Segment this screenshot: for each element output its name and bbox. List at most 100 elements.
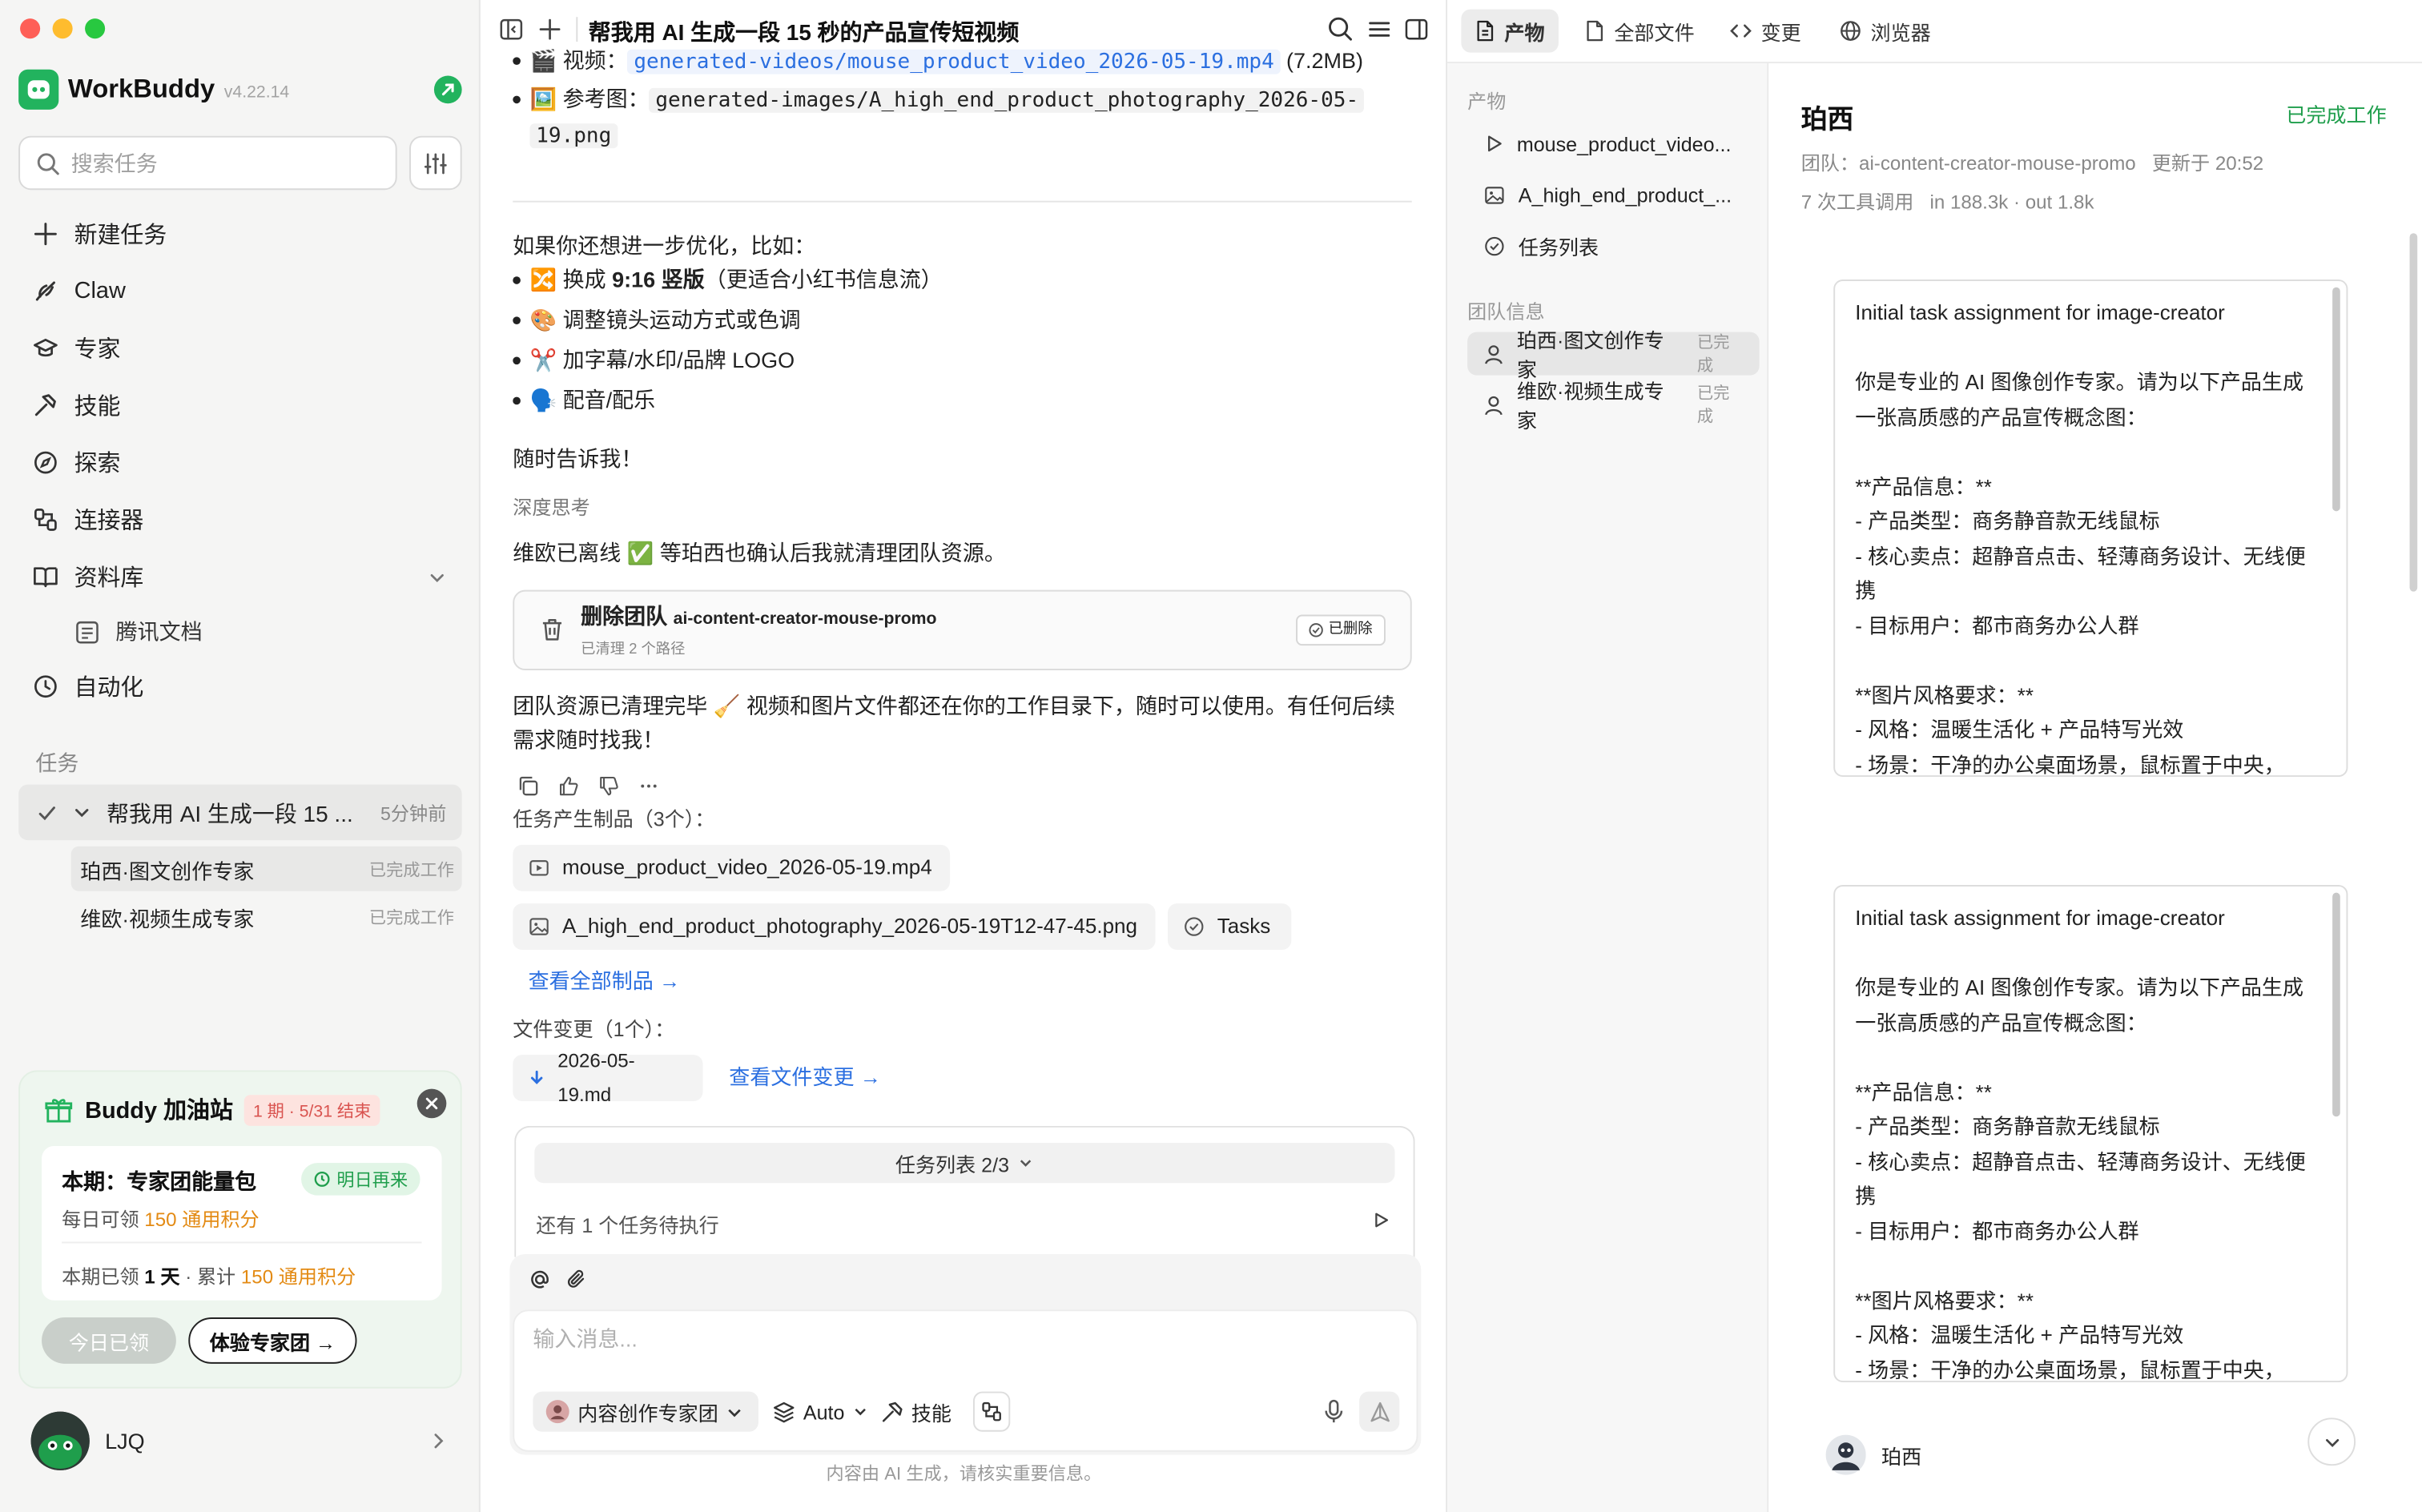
toggle-right-panel-icon[interactable]	[1404, 17, 1429, 42]
tool-icon	[880, 1400, 903, 1423]
layers-icon	[772, 1400, 795, 1423]
subtask-item[interactable]: 珀西·图文创作专家 已完成工作	[70, 846, 462, 891]
close-window-button[interactable]	[20, 18, 41, 39]
subtask-status: 已完成工作	[368, 908, 454, 928]
model-selector[interactable]: Auto	[772, 1392, 867, 1432]
document-icon	[1475, 20, 1495, 42]
microphone-icon[interactable]	[1324, 1399, 1344, 1424]
task-item-active[interactable]: 帮我用 AI 生成一段 15 ... 5分钟前	[18, 784, 462, 841]
subtask-item[interactable]: 维欧·视频生成专家 已完成工作	[71, 895, 462, 939]
connector-icon	[981, 1401, 1003, 1422]
play-icon[interactable]	[1372, 1211, 1390, 1229]
checkmark-icon	[37, 802, 57, 822]
connector-toggle[interactable]	[972, 1391, 1011, 1432]
close-promo-button[interactable]	[416, 1088, 447, 1119]
send-button[interactable]	[1359, 1391, 1400, 1432]
changed-file-item[interactable]: 2026-05-19.md	[513, 1050, 703, 1106]
tab-all-files[interactable]: 全部文件	[1571, 10, 1708, 53]
chevron-down-icon	[852, 1404, 867, 1419]
chevron-right-icon[interactable]	[431, 1432, 446, 1450]
artifact-item[interactable]: Tasks	[1167, 903, 1292, 951]
more-icon[interactable]	[638, 775, 659, 797]
artifact-item[interactable]: mouse_product_video_2026-05-19.mp4	[513, 844, 951, 891]
mention-icon[interactable]	[529, 1268, 552, 1291]
search-input[interactable]	[70, 151, 365, 175]
artifact-list-item[interactable]: A_high_end_product_...	[1467, 173, 1759, 216]
thumbs-down-icon[interactable]	[597, 775, 619, 797]
message-scrollbar[interactable]	[2332, 892, 2340, 1117]
task-message-box: Initial task assignment for image-creato…	[1833, 885, 2348, 1383]
app-brand: WorkBuddy v4.22.14	[18, 69, 289, 110]
user-profile[interactable]: LJQ	[30, 1411, 145, 1470]
list-item: 🗣️ 配音/配乐	[513, 383, 655, 416]
copy-icon[interactable]	[517, 775, 539, 797]
artifact-item[interactable]: A_high_end_product_photography_2026-05-1…	[513, 903, 1156, 951]
optimize-intro: 如果你还想进一步优化，比如：	[513, 233, 816, 259]
team-selector[interactable]: 内容创作专家团	[533, 1391, 758, 1432]
claimed-today-button[interactable]: 今日已领	[42, 1317, 176, 1364]
skills-button[interactable]: 技能	[880, 1392, 952, 1432]
artifact-list-item[interactable]: mouse_product_video...	[1467, 122, 1759, 165]
artifact-list-item[interactable]: 任务列表	[1467, 224, 1759, 267]
member-usage-meta: 7 次工具调用 in 188.3k · out 1.8k	[1800, 191, 2094, 214]
window-controls	[20, 18, 106, 39]
nav-automation[interactable]: 自动化	[18, 658, 461, 715]
nav-claw[interactable]: Claw	[18, 263, 461, 320]
chevron-down-icon[interactable]	[428, 568, 446, 586]
tab-artifacts[interactable]: 产物	[1461, 9, 1559, 53]
scroll-to-bottom-button[interactable]	[2307, 1418, 2356, 1466]
thumbs-up-icon[interactable]	[557, 775, 579, 797]
attachment-icon[interactable]	[565, 1268, 589, 1291]
message-input[interactable]	[533, 1326, 1306, 1352]
minimize-window-button[interactable]	[52, 18, 73, 39]
tencent-docs-icon	[74, 618, 101, 645]
search-icon[interactable]	[1327, 15, 1354, 42]
video-path-link[interactable]: generated-videos/mouse_product_video_202…	[627, 49, 1281, 74]
nav-connectors[interactable]: 连接器	[18, 491, 461, 548]
view-all-artifacts-link[interactable]: 查看全部制品 →	[529, 965, 681, 999]
team-member-item[interactable]: 珀西·图文创作专家 已完成	[1467, 329, 1760, 381]
nav-skills[interactable]: 技能	[18, 377, 461, 434]
toggle-sidebar-icon[interactable]	[499, 17, 524, 42]
search-icon	[35, 151, 60, 175]
graduation-cap-icon	[32, 335, 58, 361]
code-icon	[1730, 22, 1752, 40]
nav-experts[interactable]: 专家	[18, 320, 461, 376]
tab-browser[interactable]: 浏览器	[1826, 10, 1945, 53]
promo-title: Buddy 加油站	[85, 1098, 233, 1124]
detail-scrollbar[interactable]	[2409, 233, 2418, 592]
view-file-changes-link[interactable]: 查看文件变更 →	[729, 1061, 881, 1095]
plus-icon[interactable]	[537, 17, 562, 42]
filter-button[interactable]	[409, 135, 462, 191]
promo-tag: 1 期 · 5/31 结束	[243, 1094, 380, 1125]
task-time: 5分钟前	[380, 802, 447, 824]
message-scrollbar[interactable]	[2332, 287, 2340, 512]
team-member-item[interactable]: 维欧·视频生成专家 已完成	[1467, 380, 1759, 432]
deep-think-toggle[interactable]: 深度思考	[513, 491, 589, 525]
trash-icon	[539, 616, 565, 642]
nav-label: 探索	[74, 451, 121, 477]
artifacts-label: 任务产生制品（3个）：	[513, 807, 715, 831]
user-name: LJQ	[105, 1428, 145, 1454]
main-nav: 新建任务 Claw 专家 技能 探索 连接器 资料库 腾讯文档 自动化	[18, 205, 461, 714]
list-item: 🎨 调整镜头运动方式或色调	[513, 303, 801, 336]
send-icon	[1368, 1400, 1391, 1423]
nav-new-task[interactable]: 新建任务	[18, 205, 461, 262]
tasklist-toggle[interactable]: 任务列表 2/3	[534, 1143, 1395, 1184]
chevron-down-icon	[726, 1403, 742, 1420]
nav-library[interactable]: 资料库	[18, 549, 461, 605]
nav-explore[interactable]: 探索	[18, 434, 461, 491]
list-icon[interactable]	[1367, 17, 1392, 42]
tab-changes[interactable]: 变更	[1716, 10, 1815, 53]
try-expert-team-button[interactable]: 体验专家团 →	[188, 1317, 357, 1364]
zoom-window-button[interactable]	[85, 18, 106, 39]
chevron-down-icon[interactable]	[73, 803, 91, 822]
nav-tencent-docs[interactable]: 腾讯文档	[18, 605, 461, 658]
check-circle-icon	[1484, 235, 1504, 255]
chevron-down-icon	[2323, 1433, 2341, 1451]
sync-status-icon[interactable]	[433, 75, 462, 104]
app-logo-icon	[18, 69, 59, 110]
search-task-field[interactable]	[18, 135, 397, 191]
nav-label: 技能	[74, 393, 121, 420]
claw-icon	[32, 278, 58, 304]
